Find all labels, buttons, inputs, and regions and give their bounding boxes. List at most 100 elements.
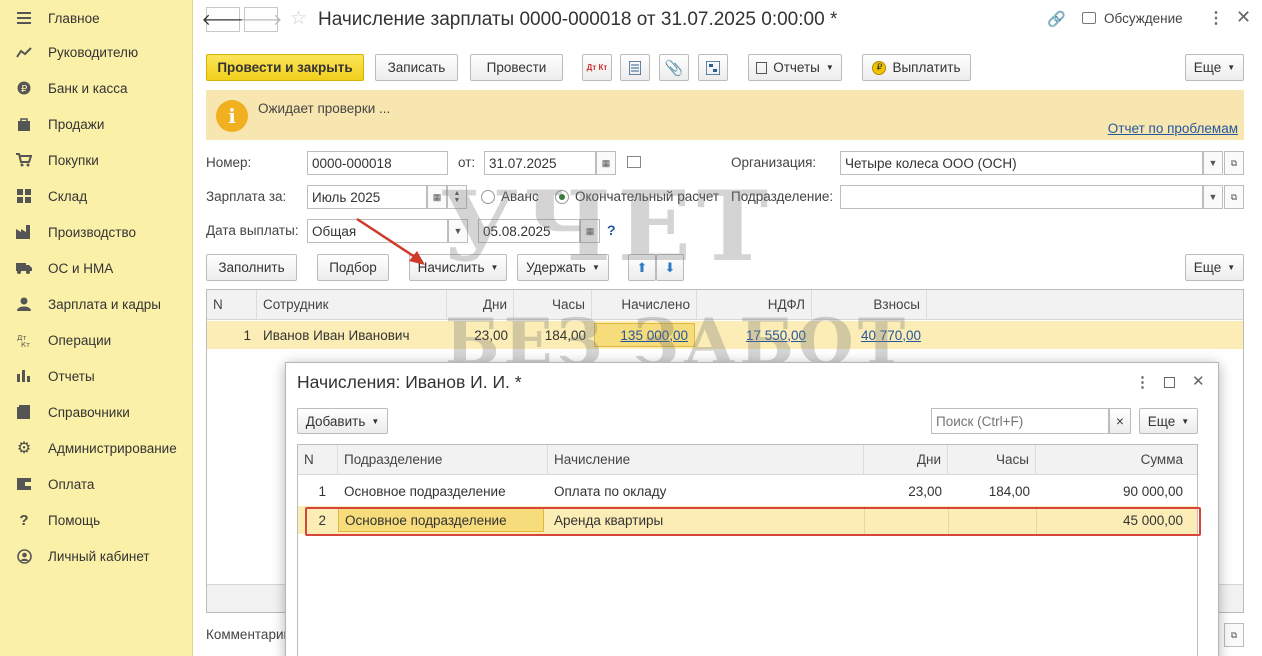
- more-label: Еще: [1193, 60, 1222, 75]
- more-vert-icon[interactable]: ⋮: [1135, 373, 1150, 391]
- withhold-label: Удержать: [526, 260, 586, 275]
- sidebar-item-label: Помощь: [48, 512, 101, 528]
- month-stepper[interactable]: ▲ ▼: [447, 185, 467, 209]
- column-header[interactable]: Подразделение: [338, 445, 548, 475]
- sidebar-item-catalogs[interactable]: Справочники: [0, 394, 193, 430]
- sidebar-item-assets[interactable]: ОС и НМА: [0, 250, 193, 286]
- sidebar-item-admin[interactable]: ⚙ Администрирование: [0, 430, 193, 466]
- search-clear-button[interactable]: ×: [1109, 408, 1131, 434]
- column-header[interactable]: Начислено: [592, 290, 697, 320]
- table-row[interactable]: 1 Иванов Иван Иванович 23,00 184,00 135 …: [207, 321, 1243, 349]
- chevron-down-icon: ▼: [1208, 192, 1218, 202]
- sidebar-item-account[interactable]: Личный кабинет: [0, 538, 193, 574]
- column-header[interactable]: Взносы: [812, 290, 927, 320]
- more-button[interactable]: Еще ▼: [1185, 54, 1244, 81]
- fill-button[interactable]: Заполнить: [206, 254, 297, 281]
- sidebar-item-salary[interactable]: Зарплата и кадры: [0, 286, 193, 322]
- discussion-link[interactable]: Обсуждение: [1104, 11, 1183, 26]
- contrib-link[interactable]: 40 770,00: [861, 328, 921, 343]
- sidebar-item-operations[interactable]: Дт Кт Операции: [0, 322, 193, 358]
- sidebar-item-payment[interactable]: Оплата: [0, 466, 193, 502]
- star-icon[interactable]: ☆: [290, 7, 307, 30]
- organization-dropdown[interactable]: ▼: [1203, 151, 1223, 175]
- more-vert-icon[interactable]: ⋮: [1208, 8, 1224, 28]
- date-field[interactable]: 31.07.2025: [484, 151, 596, 175]
- accruals-table[interactable]: N Подразделение Начисление Дни Часы Сумм…: [297, 444, 1198, 656]
- column-header[interactable]: Часы: [948, 445, 1036, 475]
- column-header[interactable]: Дни: [864, 445, 948, 475]
- structure-button[interactable]: [698, 54, 728, 81]
- sidebar-item-reports[interactable]: Отчеты: [0, 358, 193, 394]
- column-header[interactable]: Сотрудник: [257, 290, 447, 320]
- save-button[interactable]: Записать: [375, 54, 458, 81]
- search-input[interactable]: [931, 408, 1109, 434]
- accrued-link[interactable]: 135 000,00: [620, 328, 688, 343]
- close-icon[interactable]: ✕: [1192, 372, 1205, 390]
- sidebar-item-production[interactable]: Производство: [0, 214, 193, 250]
- table-more-button[interactable]: Еще ▼: [1185, 254, 1244, 281]
- column-header[interactable]: N: [298, 445, 338, 475]
- cell-ndfl[interactable]: 17 550,00: [697, 321, 812, 349]
- sidebar-item-warehouse[interactable]: Склад: [0, 178, 193, 214]
- post-button[interactable]: Провести: [470, 54, 563, 81]
- sidebar-item-sales[interactable]: Продажи: [0, 106, 193, 142]
- pay-button[interactable]: ₽ Выплатить: [862, 54, 971, 81]
- sidebar-item-help[interactable]: ? Помощь: [0, 502, 193, 538]
- pay-date-calendar-button[interactable]: ▦: [580, 219, 600, 243]
- column-header[interactable]: Начисление: [548, 445, 864, 475]
- back-button[interactable]: 🡐: [202, 7, 244, 32]
- svg-text:Кт: Кт: [21, 341, 30, 347]
- sidebar-item-manager[interactable]: Руководителю: [0, 34, 193, 70]
- page-title: Начисление зарплаты 0000-000018 от 31.07…: [318, 9, 838, 30]
- accruals-dialog: Начисления: Иванов И. И. * ⋮ ✕ Добавить ▼…: [285, 362, 1219, 656]
- pay-date-field[interactable]: 05.08.2025: [478, 219, 580, 243]
- advance-radio[interactable]: [481, 190, 495, 204]
- column-header[interactable]: НДФЛ: [697, 290, 812, 320]
- reports-button[interactable]: Отчеты ▼: [748, 54, 842, 81]
- calendar-button[interactable]: ▦: [596, 151, 616, 175]
- withhold-button[interactable]: Удержать ▼: [517, 254, 609, 281]
- sidebar-item-main[interactable]: Главное: [0, 0, 193, 36]
- pay-date-type-dropdown[interactable]: ▼: [448, 219, 468, 243]
- arrow-down-icon: ⬇: [664, 259, 676, 275]
- ndfl-link[interactable]: 17 550,00: [746, 328, 806, 343]
- sidebar-item-purchases[interactable]: Покупки: [0, 142, 193, 178]
- attach-button[interactable]: 📎: [659, 54, 689, 81]
- organization-open-button[interactable]: ⧉: [1224, 151, 1244, 175]
- move-up-button[interactable]: ⬆: [628, 254, 656, 281]
- comment-icon[interactable]: [627, 156, 641, 168]
- column-header[interactable]: Дни: [447, 290, 514, 320]
- dt-kt-button[interactable]: Дт Кт: [582, 54, 612, 81]
- list-button[interactable]: [620, 54, 650, 81]
- sidebar-item-label: Склад: [48, 188, 88, 204]
- close-icon[interactable]: ✕: [1236, 7, 1251, 28]
- salary-month-field[interactable]: Июль 2025: [307, 185, 427, 209]
- number-field[interactable]: 0000-000018: [307, 151, 448, 175]
- comment-open-button[interactable]: ⧉: [1224, 623, 1244, 647]
- dialog-more-button[interactable]: Еще ▼: [1139, 408, 1198, 434]
- move-down-button[interactable]: ⬇: [656, 254, 684, 281]
- factory-icon: [0, 225, 48, 239]
- final-radio[interactable]: [555, 190, 569, 204]
- division-dropdown[interactable]: ▼: [1203, 185, 1223, 209]
- organization-field[interactable]: Четыре колеса ООО (ОСН): [840, 151, 1203, 175]
- add-button[interactable]: Добавить ▼: [297, 408, 388, 434]
- column-header[interactable]: Сумма: [1036, 445, 1197, 475]
- cell-accrued[interactable]: 135 000,00: [594, 323, 695, 347]
- column-header[interactable]: Часы: [514, 290, 592, 320]
- pay-label: Выплатить: [892, 60, 961, 75]
- cell-contrib[interactable]: 40 770,00: [812, 321, 927, 349]
- division-field[interactable]: [840, 185, 1203, 209]
- table-row[interactable]: 1 Основное подразделение Оплата по оклад…: [298, 477, 1197, 505]
- forward-button[interactable]: 🡒: [240, 7, 282, 32]
- help-icon[interactable]: ?: [607, 222, 616, 238]
- column-header[interactable]: N: [207, 290, 257, 320]
- division-open-button[interactable]: ⧉: [1224, 185, 1244, 209]
- maximize-icon[interactable]: [1164, 377, 1175, 388]
- discussion-icon[interactable]: [1082, 12, 1096, 24]
- sidebar-item-bank[interactable]: ₽ Банк и касса: [0, 70, 193, 106]
- link-icon[interactable]: 🔗: [1047, 10, 1066, 28]
- problems-report-link[interactable]: Отчет по проблемам: [1108, 121, 1238, 136]
- post-and-close-button[interactable]: Провести и закрыть: [206, 54, 364, 81]
- month-calendar-button[interactable]: ▦: [427, 185, 447, 209]
